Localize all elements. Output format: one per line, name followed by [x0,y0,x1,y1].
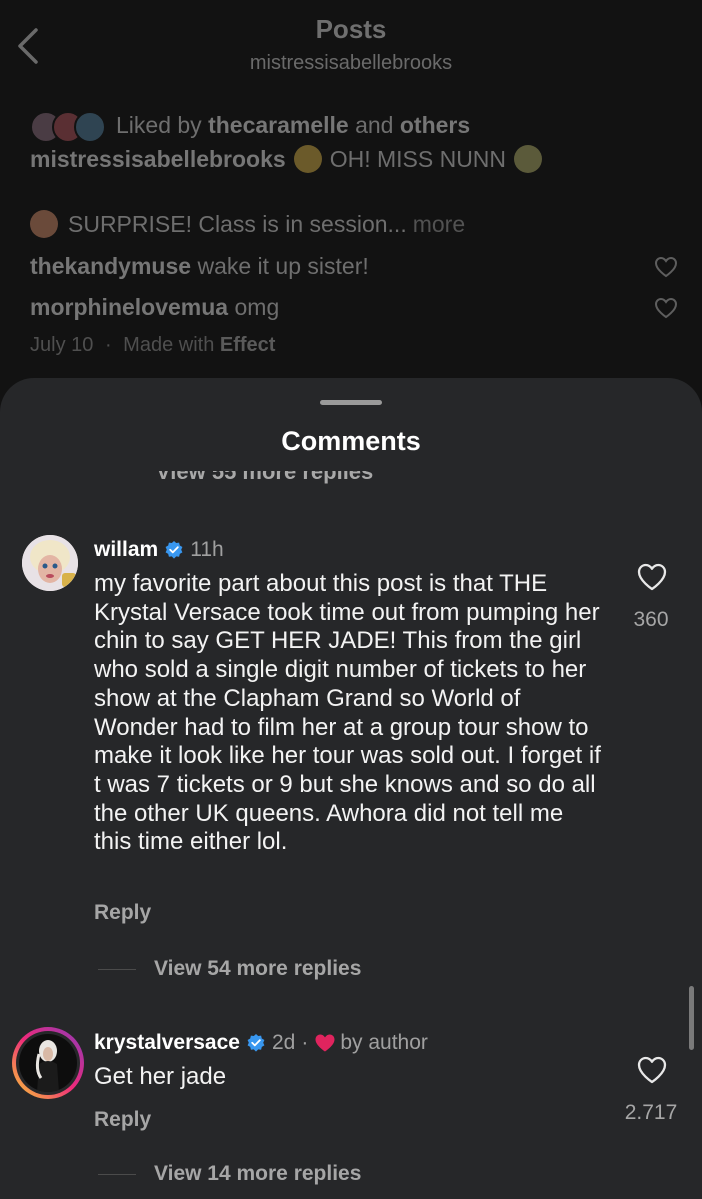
view-replies-text: View 14 more replies [154,1162,362,1185]
liked-and: and [355,111,394,138]
preview-comment-text: wake it up sister! [197,253,369,279]
comment-header: willam 11h [94,538,224,562]
liker-avatar [74,111,106,143]
liked-by-text: Liked by thecaramelle and others [116,112,470,139]
made-with-label: Made with [123,334,215,356]
comment-text: Get her jade [94,1063,227,1090]
liked-others[interactable]: others [400,112,470,138]
preview-comment-user[interactable]: thekandymuse [30,253,191,279]
party-face-emoji-icon [30,210,58,238]
heart-outline-icon [654,297,678,319]
reply-button[interactable]: Reply [94,1108,151,1132]
comment-text: my favorite part about this post is that… [94,570,601,856]
verified-badge-icon [164,540,184,560]
caption-text: OH! MISS NUNN [329,145,507,172]
page-title: Posts [315,14,387,44]
willam-avatar-image [22,535,78,591]
comment-username[interactable]: krystalversace [94,1031,240,1055]
view-replies-text: View 54 more replies [154,957,362,980]
scrollbar[interactable] [689,986,694,1050]
screaming-face-emoji-icon [514,145,543,173]
comment-username[interactable]: willam [94,538,158,562]
view-more-replies-button[interactable]: View 14 more replies [98,1162,361,1186]
comment-header: krystalversace 2d · by author [94,1031,428,1055]
post-background: Posts mistressisabellebrooks Liked by th… [0,0,702,400]
comment-time: 2d [271,1031,296,1054]
clipped-view-replies: View 55 more replies [0,471,702,487]
caption-second-line: SURPRISE! Class is in session... more [30,210,465,238]
comments-sheet: Comments View 55 more replies willam 11h… [0,378,702,1199]
post-meta: July 10 · Made with Effect [30,334,275,357]
comment-like-count: 360 [633,608,669,631]
top-bar: Posts mistressisabellebrooks [0,0,702,90]
comment-like-count: 2.717 [624,1101,678,1124]
heart-filled-icon [315,1034,335,1052]
thread-line [98,1173,136,1175]
liked-prefix: Liked by [116,111,202,138]
avatar-inner [16,1031,80,1095]
view-more-replies-button[interactable]: View 54 more replies [98,957,361,981]
clipped-view-replies-text[interactable]: View 55 more replies [156,471,373,485]
liked-by-author: by author [314,1031,428,1055]
comments-title: Comments [281,426,421,456]
heart-outline-icon [637,563,667,591]
sheet-drag-handle[interactable] [320,400,382,405]
heart-outline-icon [637,1056,667,1084]
verified-badge-icon [246,1033,266,1053]
comment-like-button[interactable] [636,562,668,592]
avatar[interactable] [12,1027,84,1099]
preview-comment-user[interactable]: morphinelovemua [30,294,228,320]
preview-comment: morphinelovemua omg [30,294,279,321]
page-subtitle-username[interactable]: mistressisabellebrooks [0,52,702,75]
preview-comment-like-button[interactable] [654,256,678,278]
thread-line [98,968,136,970]
preview-comment-text: omg [234,294,280,320]
preview-comment: thekandymuse wake it up sister! [30,253,369,280]
caption-more-link[interactable]: more [413,211,465,238]
krystalversace-avatar-image [19,1034,77,1092]
comment-meta-separator: · [301,1031,309,1054]
by-author-label: by author [340,1031,428,1054]
liked-by-row[interactable]: Liked by thecaramelle and others [30,108,470,143]
reply-button[interactable]: Reply [94,901,151,925]
preview-comment-like-button[interactable] [654,297,678,319]
meta-separator: · [104,334,112,356]
heart-outline-icon [654,256,678,278]
avatar[interactable] [22,535,78,591]
flushed-face-emoji-icon [293,145,322,173]
post-caption: mistressisabellebrooks OH! MISS NUNN [30,145,550,173]
caption-second-text: SURPRISE! Class is in session... [68,210,407,237]
liker-avatars [30,109,110,143]
effect-link[interactable]: Effect [220,334,276,356]
post-date: July 10 [30,334,94,356]
comment-time: 11h [190,538,224,561]
caption-username[interactable]: mistressisabellebrooks [30,146,286,173]
liked-user[interactable]: thecaramelle [208,112,349,138]
comment-like-button[interactable] [636,1055,668,1085]
